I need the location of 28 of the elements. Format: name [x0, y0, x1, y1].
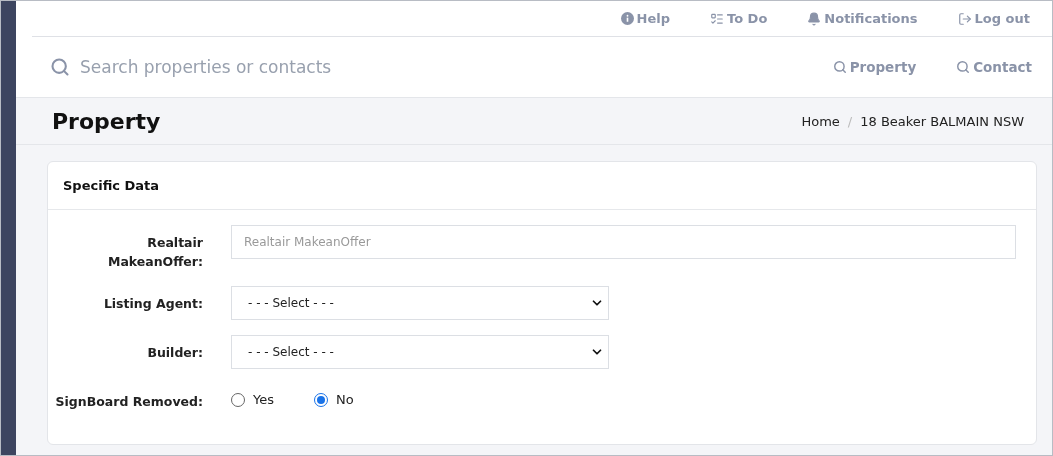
- nav-link[interactable]: Log out: [957, 11, 1030, 26]
- radio-option[interactable]: No: [314, 392, 354, 407]
- search-icon: [832, 60, 847, 74]
- logout-icon: [957, 11, 972, 26]
- search-icon: [50, 57, 70, 77]
- search-scope-link[interactable]: Contact: [956, 59, 1032, 75]
- field-label: Realtair MakeanOffer:: [106, 234, 203, 271]
- field-label: SignBoard Removed:: [54, 393, 203, 411]
- text-field[interactable]: Realtair MakeanOffer: [231, 225, 1016, 259]
- bell-icon: [807, 11, 822, 26]
- select-dropdown[interactable]: - - - Select - - -: [231, 335, 609, 369]
- breadcrumb-item[interactable]: Home: [801, 113, 840, 129]
- nav-link[interactable]: To Do: [710, 11, 768, 26]
- breadcrumb-separator: /: [847, 113, 853, 129]
- info-icon: [620, 12, 634, 25]
- page-title: Property: [52, 108, 161, 134]
- search-field[interactable]: Search properties or contacts: [50, 57, 793, 77]
- radio-option[interactable]: Yes: [231, 392, 274, 407]
- nav-link[interactable]: Notifications: [807, 11, 918, 26]
- checklist-icon: [710, 11, 724, 26]
- search-icon: [956, 60, 971, 74]
- card-title: Specific Data: [48, 162, 1036, 210]
- field-label: Builder:: [146, 344, 203, 362]
- search-scope-link[interactable]: Property: [832, 59, 917, 75]
- breadcrumb-item: 18 Beaker BALMAIN NSW: [860, 113, 1024, 129]
- nav-link[interactable]: Help: [620, 11, 670, 26]
- select-dropdown[interactable]: - - - Select - - -: [231, 286, 609, 320]
- field-label: Listing Agent:: [102, 295, 203, 313]
